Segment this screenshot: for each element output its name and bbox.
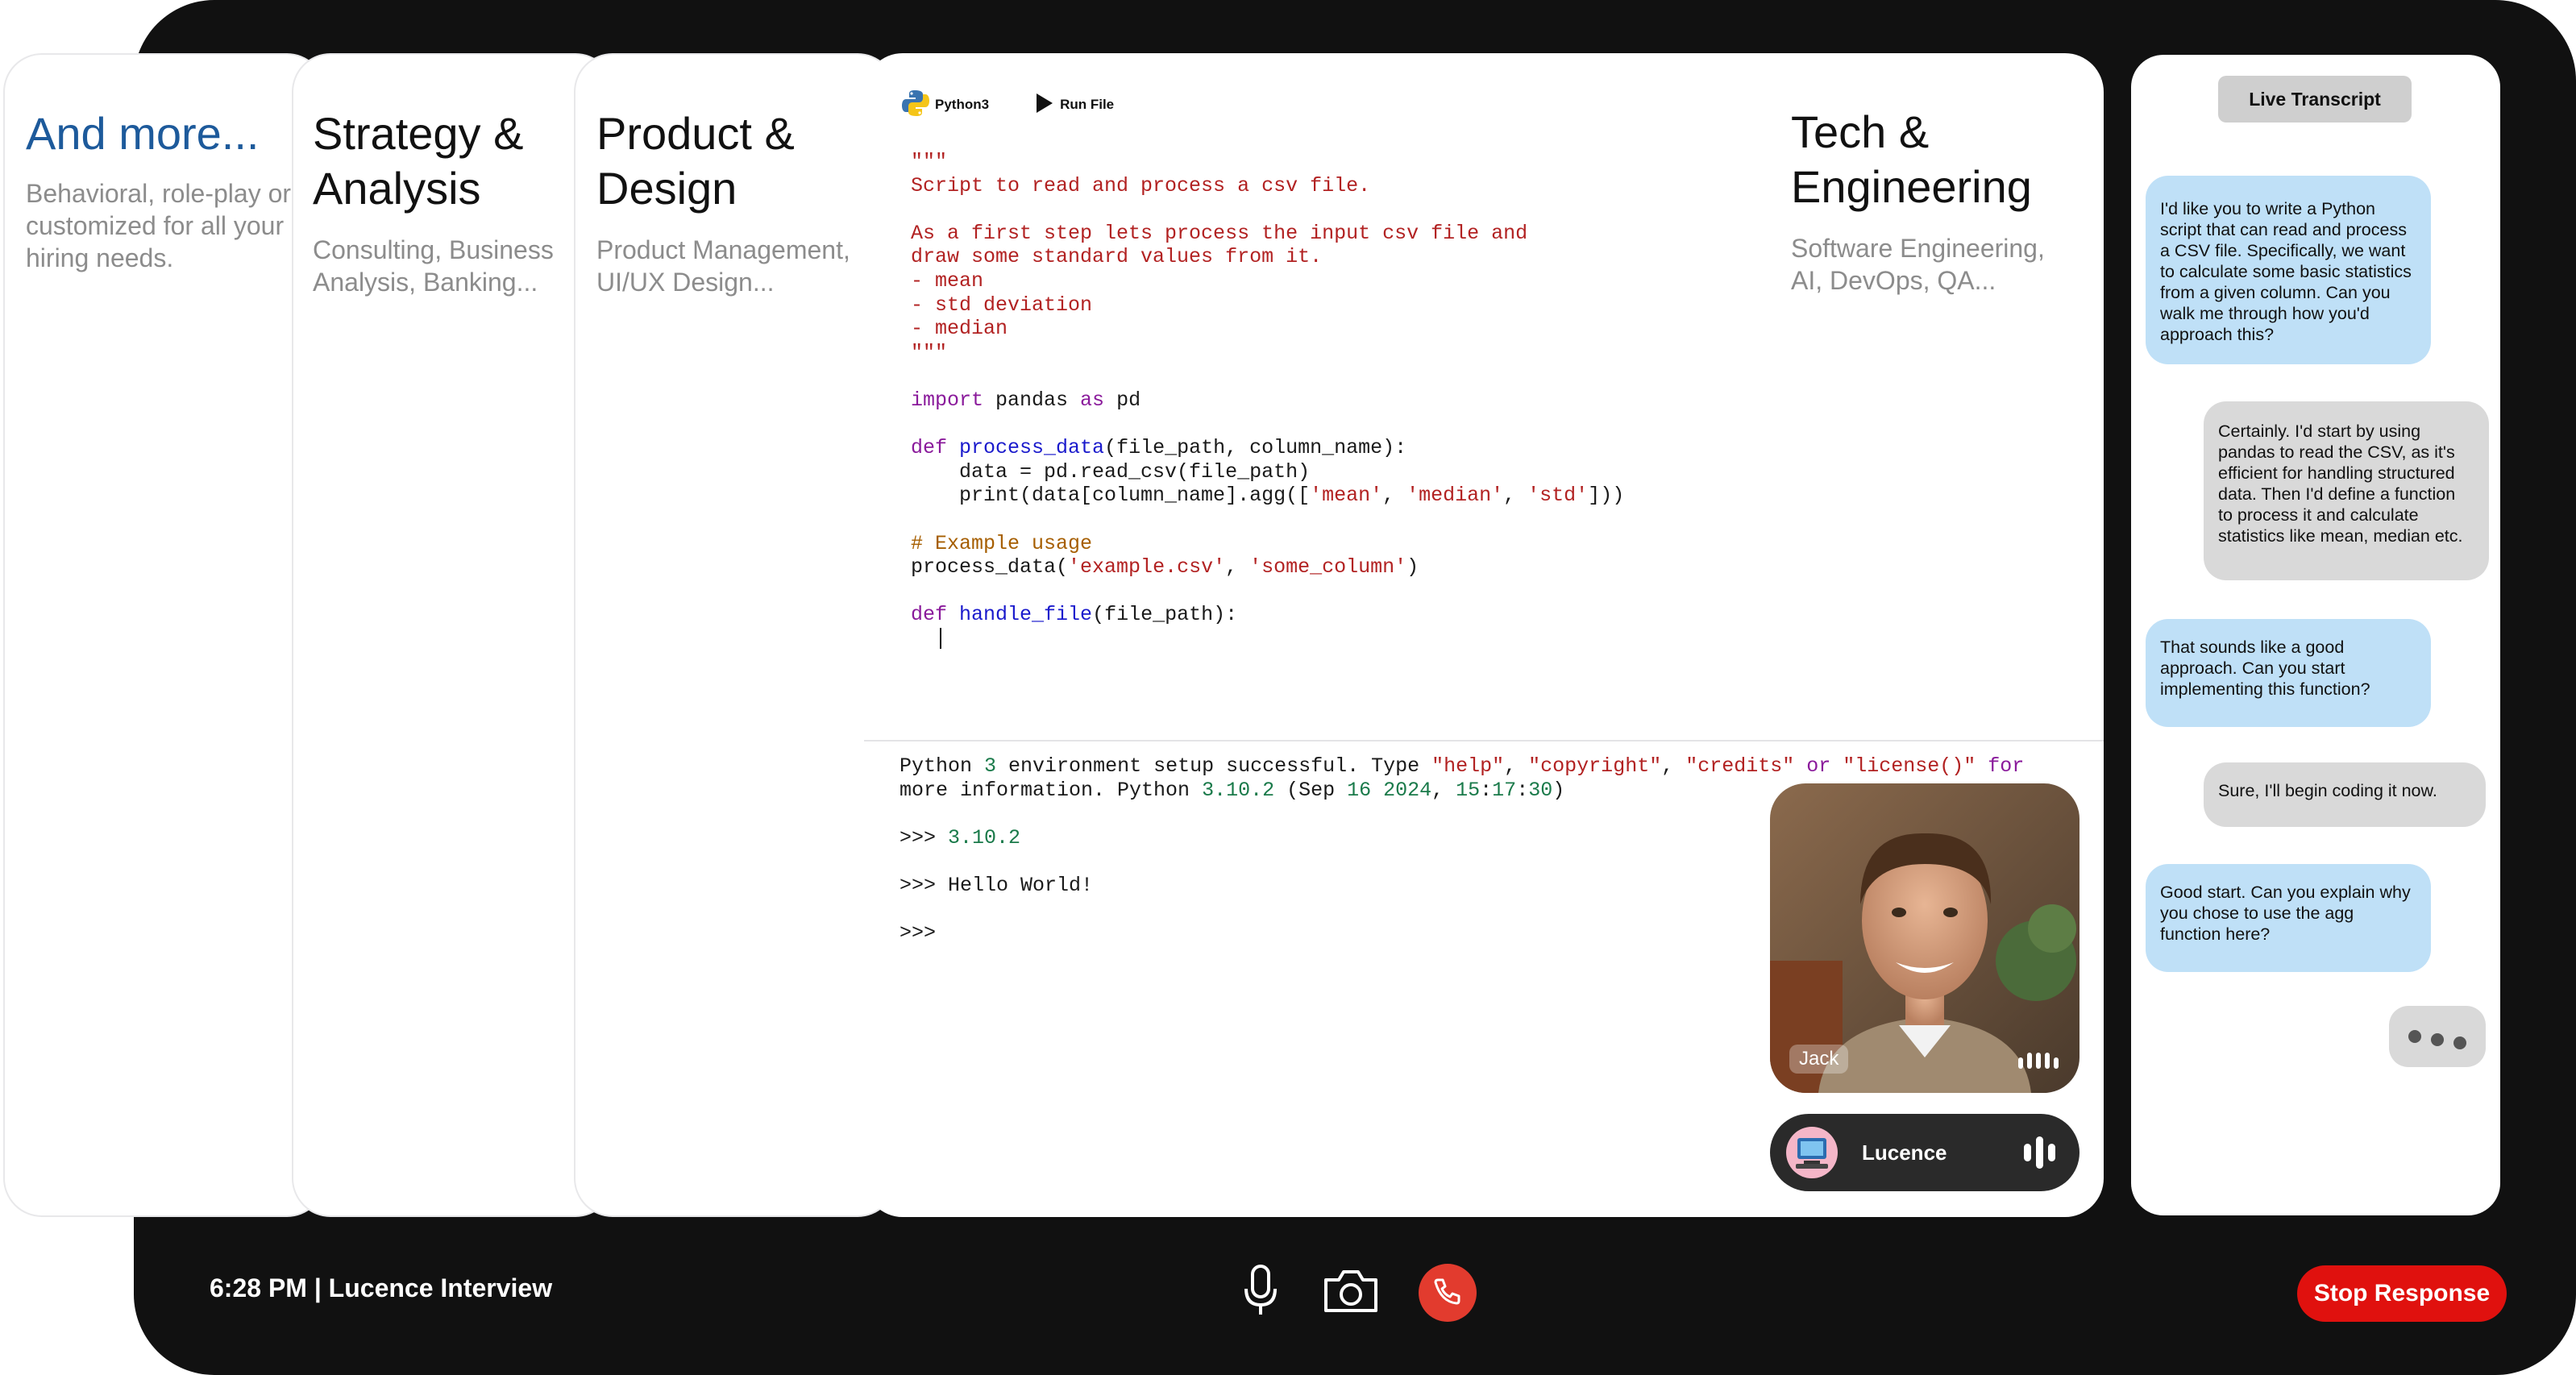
candidate-name-badge: Jack bbox=[1789, 1045, 1849, 1074]
card-title: And more... bbox=[26, 108, 260, 159]
live-transcript-button[interactable]: Live Transcript bbox=[2218, 76, 2412, 123]
camera-button[interactable] bbox=[1319, 1261, 1383, 1325]
interview-workspace: Python3 Run File Tech & Engineering Soft… bbox=[864, 53, 2104, 1217]
card-subtitle: Behavioral, role-play or customized for … bbox=[26, 179, 292, 272]
interviewer-pill[interactable]: Lucence bbox=[1770, 1114, 2079, 1191]
app-stage: And more... Behavioral, role-play or cus… bbox=[0, 0, 2576, 1375]
card-subtitle: Product Management, UI/UX Design... bbox=[596, 235, 850, 297]
microphone-icon bbox=[1240, 1263, 1281, 1323]
card-title: Strategy & Analysis bbox=[313, 108, 524, 214]
transcript-message-candidate: Sure, I'll begin coding it now. bbox=[2204, 762, 2486, 827]
transcript-panel: Live Transcript I'd like you to write a … bbox=[2131, 55, 2500, 1215]
text-cursor bbox=[940, 628, 941, 650]
card-title: Tech & Engineering bbox=[1791, 106, 2032, 212]
camera-icon bbox=[1321, 1267, 1381, 1319]
card-subtitle: Consulting, Business Analysis, Banking..… bbox=[313, 235, 554, 297]
stop-response-button[interactable]: Stop Response bbox=[2297, 1265, 2507, 1322]
language-label: Python3 bbox=[935, 97, 990, 112]
code-editor[interactable]: """ Script to read and process a csv fil… bbox=[911, 150, 1624, 650]
card-and-more[interactable]: And more... Behavioral, role-play or cus… bbox=[3, 53, 326, 1217]
typing-dots-icon bbox=[2389, 1006, 2486, 1067]
card-subtitle: Software Engineering, AI, DevOps, QA... bbox=[1791, 234, 2045, 295]
card-strategy-analysis[interactable]: Strategy & Analysis Consulting, Business… bbox=[292, 53, 614, 1217]
editor-console-divider bbox=[864, 740, 2104, 742]
python-logo-icon bbox=[901, 89, 930, 122]
transcript-message-interviewer: I'd like you to write a Python script th… bbox=[2146, 176, 2431, 364]
interviewer-name: Lucence bbox=[1862, 1140, 1947, 1165]
session-status: 6:28 PM | Lucence Interview bbox=[210, 1273, 553, 1302]
run-file-button[interactable]: Run File bbox=[1032, 92, 1114, 118]
candidate-video-tile[interactable]: Jack bbox=[1770, 783, 2079, 1093]
card-product-design[interactable]: Product & Design Product Management, UI/… bbox=[574, 53, 896, 1217]
phone-end-icon bbox=[1431, 1275, 1464, 1311]
transcript-message-interviewer: Good start. Can you explain why you chos… bbox=[2146, 864, 2431, 972]
interviewer-avatar bbox=[1786, 1127, 1838, 1178]
microphone-button[interactable] bbox=[1236, 1261, 1285, 1325]
play-icon bbox=[1032, 92, 1055, 118]
language-selector[interactable]: Python3 bbox=[901, 89, 989, 122]
audio-bars-icon bbox=[2018, 1053, 2059, 1069]
audio-bars-icon bbox=[2024, 1136, 2055, 1169]
end-call-button[interactable] bbox=[1419, 1264, 1477, 1322]
transcript-message-candidate: Certainly. I'd start by using pandas to … bbox=[2204, 401, 2489, 580]
run-file-label: Run File bbox=[1060, 97, 1115, 112]
card-title: Product & Design bbox=[596, 108, 795, 214]
editor-toolbar: Python3 Run File bbox=[901, 84, 1114, 126]
transcript-message-interviewer: That sounds like a good approach. Can yo… bbox=[2146, 619, 2431, 727]
